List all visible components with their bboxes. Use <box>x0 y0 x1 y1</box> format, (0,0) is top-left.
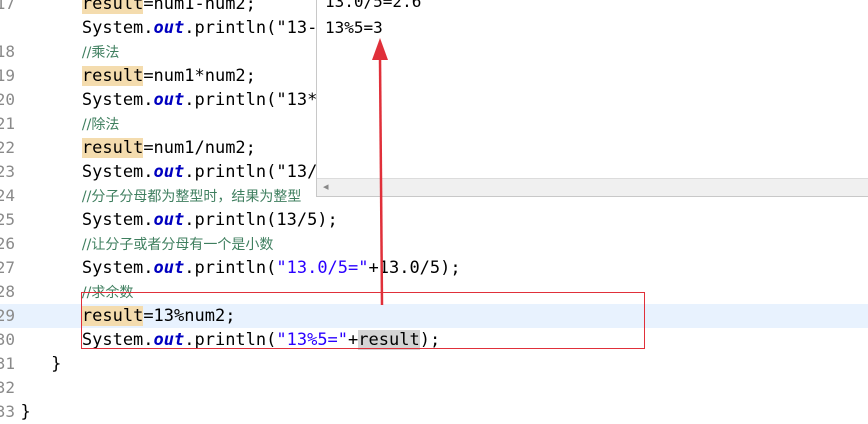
code-token: +13.0/5); <box>368 258 461 278</box>
code-token: result <box>81 138 144 158</box>
code-token: System. <box>0 162 154 182</box>
code-token: } <box>0 354 62 374</box>
code-line[interactable]: 27 System.out.println("13.0/5="+13.0/5); <box>0 256 868 280</box>
code-line[interactable]: 33 } <box>0 400 868 424</box>
code-token: result <box>81 0 144 14</box>
code-token: System. <box>0 18 154 38</box>
code-text: //除法 <box>0 112 119 137</box>
code-token: .println(13/5); <box>184 210 338 230</box>
code-text: result=num1-num2; <box>0 0 256 16</box>
code-token: =num1-num2; <box>143 0 256 14</box>
annotation-highlight-box <box>81 292 645 349</box>
code-token: out <box>153 210 185 230</box>
code-token: //让分子或者分母有一个是小数 <box>81 237 274 253</box>
scroll-left-arrow-icon[interactable]: ◂ <box>323 180 329 193</box>
code-token: out <box>153 90 185 110</box>
console-line: 13%5=3 <box>325 18 383 37</box>
code-token: //分子分母都为整型时，结果为整型 <box>81 189 302 205</box>
code-token: out <box>153 162 185 182</box>
console-output-panel[interactable]: 13.0/5=2.6 13%5=3 ◂ <box>316 0 868 197</box>
code-token: =num1/num2; <box>143 138 256 158</box>
code-token: "13.0/5=" <box>276 258 369 278</box>
code-line[interactable]: 32 <box>0 376 868 400</box>
code-text: result=num1*num2; <box>0 64 256 88</box>
code-token: =num1*num2; <box>143 66 256 86</box>
code-token: System. <box>0 258 154 278</box>
code-text: //分子分母都为整型时，结果为整型 <box>0 184 301 209</box>
code-text: System.out.println("13.0/5="+13.0/5); <box>0 256 461 280</box>
code-line[interactable]: 31 } <box>0 352 868 376</box>
code-line[interactable]: 26 //让分子或者分母有一个是小数 <box>0 232 868 256</box>
horizontal-scrollbar[interactable]: ◂ <box>317 178 868 196</box>
code-token: //乘法 <box>81 45 120 61</box>
code-token: //除法 <box>81 117 120 133</box>
code-text: } <box>0 352 61 376</box>
code-token: } <box>0 402 31 422</box>
console-line: 13.0/5=2.6 <box>325 0 422 11</box>
code-token: .println( <box>184 258 277 278</box>
code-token: out <box>153 18 185 38</box>
code-token: System. <box>0 210 154 230</box>
code-text: System.out.println(13/5); <box>0 208 338 232</box>
line-number: 32 <box>0 378 15 397</box>
code-token: result <box>81 66 144 86</box>
code-token: out <box>153 258 185 278</box>
code-text: //让分子或者分母有一个是小数 <box>0 232 273 257</box>
code-text: //乘法 <box>0 40 119 65</box>
code-text: } <box>0 400 31 424</box>
code-text: result=num1/num2; <box>0 136 256 160</box>
code-line[interactable]: 25 System.out.println(13/5); <box>0 208 868 232</box>
code-token: System. <box>0 90 154 110</box>
